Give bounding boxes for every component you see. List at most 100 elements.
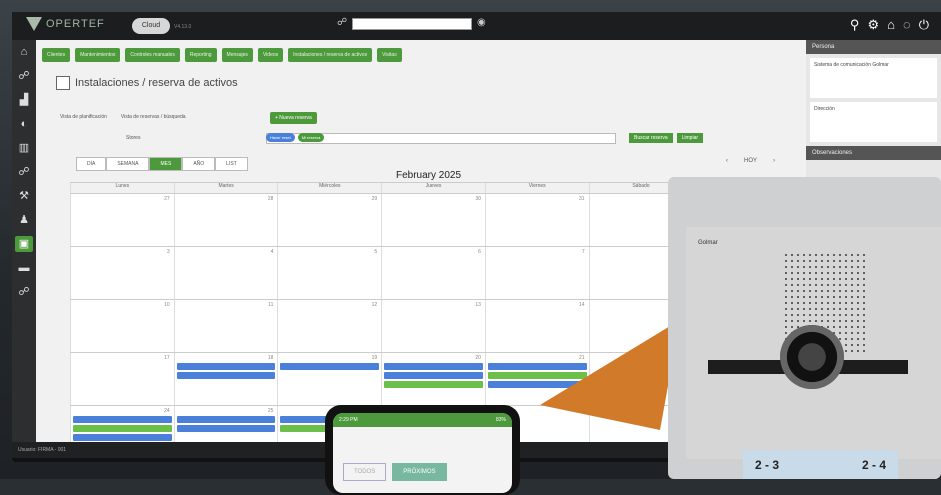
tools-icon[interactable]: ⚒ bbox=[15, 188, 33, 204]
site-select[interactable] bbox=[352, 18, 472, 30]
chip-mine[interactable]: Mi reserva bbox=[297, 133, 325, 142]
subtabs: Vista de planificación Vista de reservas… bbox=[60, 114, 186, 120]
phone-tabs: TODOS PRÓXIMOS bbox=[343, 463, 447, 481]
phone-battery: 83% bbox=[495, 417, 506, 423]
day-number: 27 bbox=[164, 196, 170, 202]
calendar-day[interactable]: 19 bbox=[277, 353, 382, 405]
home-icon[interactable]: ⌂ bbox=[887, 17, 895, 33]
day-number: 6 bbox=[478, 249, 481, 255]
reservation-event[interactable] bbox=[73, 434, 172, 441]
logout-icon[interactable]: ⏻ bbox=[919, 17, 929, 33]
calendar-day[interactable]: 31 bbox=[484, 194, 589, 246]
day-number: 18 bbox=[267, 355, 274, 361]
calendar-day[interactable]: 17 bbox=[70, 353, 174, 405]
search-reservation-button[interactable]: Buscar reserva bbox=[629, 133, 673, 143]
toolbar-mensajes[interactable]: Mensajes bbox=[221, 48, 253, 62]
module-toolbar: Clientes Mantenimientos Controles manual… bbox=[42, 48, 402, 62]
tab-list[interactable]: LIST bbox=[215, 157, 248, 171]
day-number: 13 bbox=[475, 302, 481, 308]
weekday-label: Miércoles bbox=[277, 183, 381, 193]
calendar-day[interactable]: 18 bbox=[173, 353, 278, 405]
calendar-day[interactable]: 11 bbox=[173, 300, 278, 352]
network-icon[interactable]: ☍ bbox=[15, 68, 33, 84]
calendar-icon[interactable]: ▣ bbox=[15, 236, 33, 252]
phone-tab-upcoming[interactable]: PRÓXIMOS bbox=[392, 463, 447, 481]
panel-title-observaciones: Observaciones bbox=[806, 146, 941, 160]
calendar-day[interactable]: 27 bbox=[70, 194, 174, 246]
hierarchy-icon[interactable]: ☍ bbox=[15, 164, 33, 180]
calendar-day[interactable]: 7 bbox=[484, 247, 589, 299]
reservation-event[interactable] bbox=[384, 381, 483, 388]
view-tabs: DÍA SEMANA MES AÑO LIST bbox=[76, 157, 248, 171]
cloud-badge: Cloud bbox=[132, 18, 170, 34]
reservation-event[interactable] bbox=[176, 363, 276, 370]
tab-year[interactable]: AÑO bbox=[182, 157, 216, 171]
car-icon[interactable]: ▬ bbox=[15, 260, 33, 276]
camera-lens bbox=[780, 325, 844, 389]
tab-planning[interactable]: Vista de planificación bbox=[60, 114, 107, 120]
next-icon[interactable]: › bbox=[773, 158, 775, 164]
day-number: 24 bbox=[164, 408, 170, 414]
reservation-event[interactable] bbox=[73, 425, 172, 432]
tab-reservations[interactable]: Vista de reservas / búsqueda bbox=[121, 114, 186, 120]
building-icon[interactable]: ▟ bbox=[15, 92, 33, 108]
arrow-shape bbox=[540, 320, 680, 430]
chat-icon[interactable]: ◌ bbox=[903, 17, 911, 33]
calendar-day[interactable]: 5 bbox=[277, 247, 382, 299]
chip-reset[interactable]: Hacer reset bbox=[266, 133, 295, 142]
intercom-brand: Golmar bbox=[698, 240, 718, 246]
toolbar-instalaciones[interactable]: Instalaciones / reserva de activos bbox=[288, 48, 373, 62]
app-logo[interactable]: OPERTEF bbox=[26, 17, 105, 31]
reservation-event[interactable] bbox=[384, 372, 483, 379]
toolbar-clientes[interactable]: Clientes bbox=[42, 48, 71, 62]
calendar-day[interactable]: 4 bbox=[173, 247, 278, 299]
tab-day[interactable]: DÍA bbox=[76, 157, 107, 171]
toolbar-visitas[interactable]: Visitas bbox=[377, 48, 402, 62]
calendar-day[interactable]: 20 bbox=[381, 353, 485, 405]
left-sidebar: ⌂ ☍ ▟ ◐ ▥ ☍ ⚒ ♟ ▣ ▬ ☍ bbox=[12, 40, 36, 452]
clear-button[interactable]: Limpiar bbox=[676, 133, 704, 143]
calendar-day[interactable]: 12 bbox=[277, 300, 382, 352]
sitemap-icon: ☍ bbox=[337, 17, 348, 28]
toolbar-mantenimientos[interactable]: Mantenimientos bbox=[75, 48, 121, 62]
settings-icon[interactable]: ◐ bbox=[15, 116, 33, 132]
reservation-event[interactable] bbox=[384, 363, 483, 370]
reservation-event[interactable] bbox=[176, 425, 276, 432]
home-icon[interactable]: ⌂ bbox=[15, 44, 33, 60]
tree-icon[interactable]: ☍ bbox=[15, 284, 33, 300]
calendar-day[interactable]: 10 bbox=[70, 300, 174, 352]
chart-icon[interactable]: ▥ bbox=[15, 140, 33, 156]
reservation-event[interactable] bbox=[73, 416, 172, 423]
calendar-day[interactable]: 6 bbox=[381, 247, 485, 299]
reservation-event[interactable] bbox=[176, 372, 276, 379]
calendar-icon bbox=[56, 76, 70, 90]
name-labels: 2 - 3 2 - 4 bbox=[743, 450, 898, 479]
day-number: 12 bbox=[371, 302, 378, 308]
top-icons: ⚲ ⚙ ⌂ ◌ ⏻ bbox=[850, 17, 929, 33]
day-number: 3 bbox=[166, 249, 170, 255]
phone-tab-all[interactable]: TODOS bbox=[343, 463, 387, 481]
calendar-day[interactable]: 28 bbox=[173, 194, 278, 246]
reservation-event[interactable] bbox=[280, 363, 380, 370]
toolbar-controles[interactable]: Controles manuales bbox=[125, 48, 180, 62]
day-number: 14 bbox=[579, 302, 585, 308]
reservation-event[interactable] bbox=[176, 416, 276, 423]
day-number: 20 bbox=[475, 355, 481, 361]
prev-icon[interactable]: ‹ bbox=[726, 158, 728, 164]
toolbar-reporting[interactable]: Reporting bbox=[184, 48, 217, 62]
filter-chips: Hacer reset Mi reserva bbox=[266, 133, 325, 142]
today-button[interactable]: HOY bbox=[744, 158, 757, 164]
day-number: 31 bbox=[579, 196, 585, 202]
people-icon[interactable]: ♟ bbox=[15, 212, 33, 228]
calendar-day[interactable]: 3 bbox=[70, 247, 174, 299]
calendar-day[interactable]: 13 bbox=[381, 300, 485, 352]
calendar-day[interactable]: 29 bbox=[277, 194, 382, 246]
tab-week[interactable]: SEMANA bbox=[106, 157, 150, 171]
toolbar-videos[interactable]: Videos bbox=[257, 48, 284, 62]
search-icon[interactable]: ⚲ bbox=[850, 17, 860, 33]
eye-icon[interactable]: ◉ bbox=[477, 17, 486, 28]
gear-icon[interactable]: ⚙ bbox=[867, 17, 879, 33]
new-reservation-button[interactable]: + Nueva reserva bbox=[270, 112, 317, 124]
calendar-day[interactable]: 30 bbox=[381, 194, 485, 246]
tab-month[interactable]: MES bbox=[149, 157, 183, 171]
